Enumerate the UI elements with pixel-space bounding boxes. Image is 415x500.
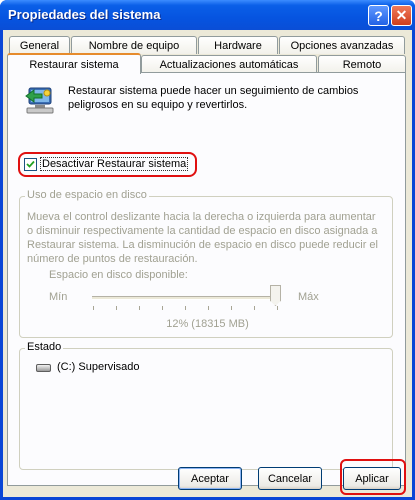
disable-restore-label[interactable]: Desactivar Restaurar sistema [39, 157, 189, 171]
title-bar[interactable]: Propiedades del sistema ? ✕ [0, 0, 415, 30]
cancel-button-label: Cancelar [267, 472, 313, 485]
drive-status-item[interactable]: (C:) Supervisado [57, 361, 140, 373]
tab-advanced-options[interactable]: Opciones avanzadas [279, 36, 405, 54]
tab-label: Remoto [342, 58, 382, 71]
disk-space-slider-track[interactable] [92, 296, 280, 300]
tab-label: Hardware [214, 39, 262, 52]
intro-text: Restaurar sistema puede hacer un seguimi… [68, 85, 359, 111]
tab-label: Actualizaciones automáticas [159, 58, 299, 71]
system-restore-icon [25, 87, 54, 114]
close-icon: ✕ [395, 7, 408, 23]
slider-tick [139, 306, 140, 310]
disk-space-value: 12% (18315 MB) [166, 318, 249, 330]
checkmark-icon [26, 160, 35, 168]
tab-automatic-updates[interactable]: Actualizaciones automáticas [141, 55, 317, 73]
tab-system-restore[interactable]: Restaurar sistema [7, 53, 141, 74]
apply-button-label: Aplicar [355, 472, 389, 485]
dialog-client-area: General Nombre de equipo Hardware Opcion… [3, 30, 412, 497]
tab-label: General [19, 39, 60, 52]
accept-button-label: Aceptar [191, 472, 229, 485]
accept-button[interactable]: Aceptar [178, 467, 242, 490]
disable-restore-checkbox[interactable] [24, 158, 37, 171]
available-space-label: Espacio en disco disponible: [49, 269, 188, 281]
help-button[interactable]: ? [368, 5, 389, 26]
close-button[interactable]: ✕ [391, 5, 412, 26]
system-properties-window: Propiedades del sistema ? ✕ General Nomb… [0, 0, 415, 500]
tab-hardware[interactable]: Hardware [198, 36, 278, 54]
slider-tick [231, 306, 232, 310]
tab-label: Restaurar sistema [29, 58, 119, 71]
cancel-button[interactable]: Cancelar [258, 467, 322, 490]
status-group-title: Estado [25, 341, 64, 353]
slider-tick [93, 306, 94, 310]
tab-label: Nombre de equipo [88, 39, 180, 52]
tab-general[interactable]: General [9, 36, 70, 54]
apply-button[interactable]: Aplicar [343, 467, 401, 490]
tab-panel-system-restore: Restaurar sistema puede hacer un seguimi… [7, 72, 406, 486]
disk-usage-group-title: Uso de espacio en disco [25, 189, 149, 201]
tab-label: Opciones avanzadas [290, 39, 394, 52]
tab-computer-name[interactable]: Nombre de equipo [71, 36, 197, 54]
help-icon: ? [374, 7, 383, 24]
tab-remote[interactable]: Remoto [318, 55, 406, 73]
slider-max-label: Máx [298, 291, 319, 303]
slider-tick [277, 306, 278, 310]
slider-tick [185, 306, 186, 310]
slider-tick [162, 306, 163, 310]
slider-tick [254, 306, 255, 310]
slider-tick [208, 306, 209, 310]
hard-drive-icon [36, 364, 51, 372]
window-title: Propiedades del sistema [8, 7, 161, 22]
slider-tick [116, 306, 117, 310]
disk-usage-description: Mueva el control deslizante hacia la der… [27, 211, 378, 265]
slider-min-label: Mín [49, 291, 68, 303]
